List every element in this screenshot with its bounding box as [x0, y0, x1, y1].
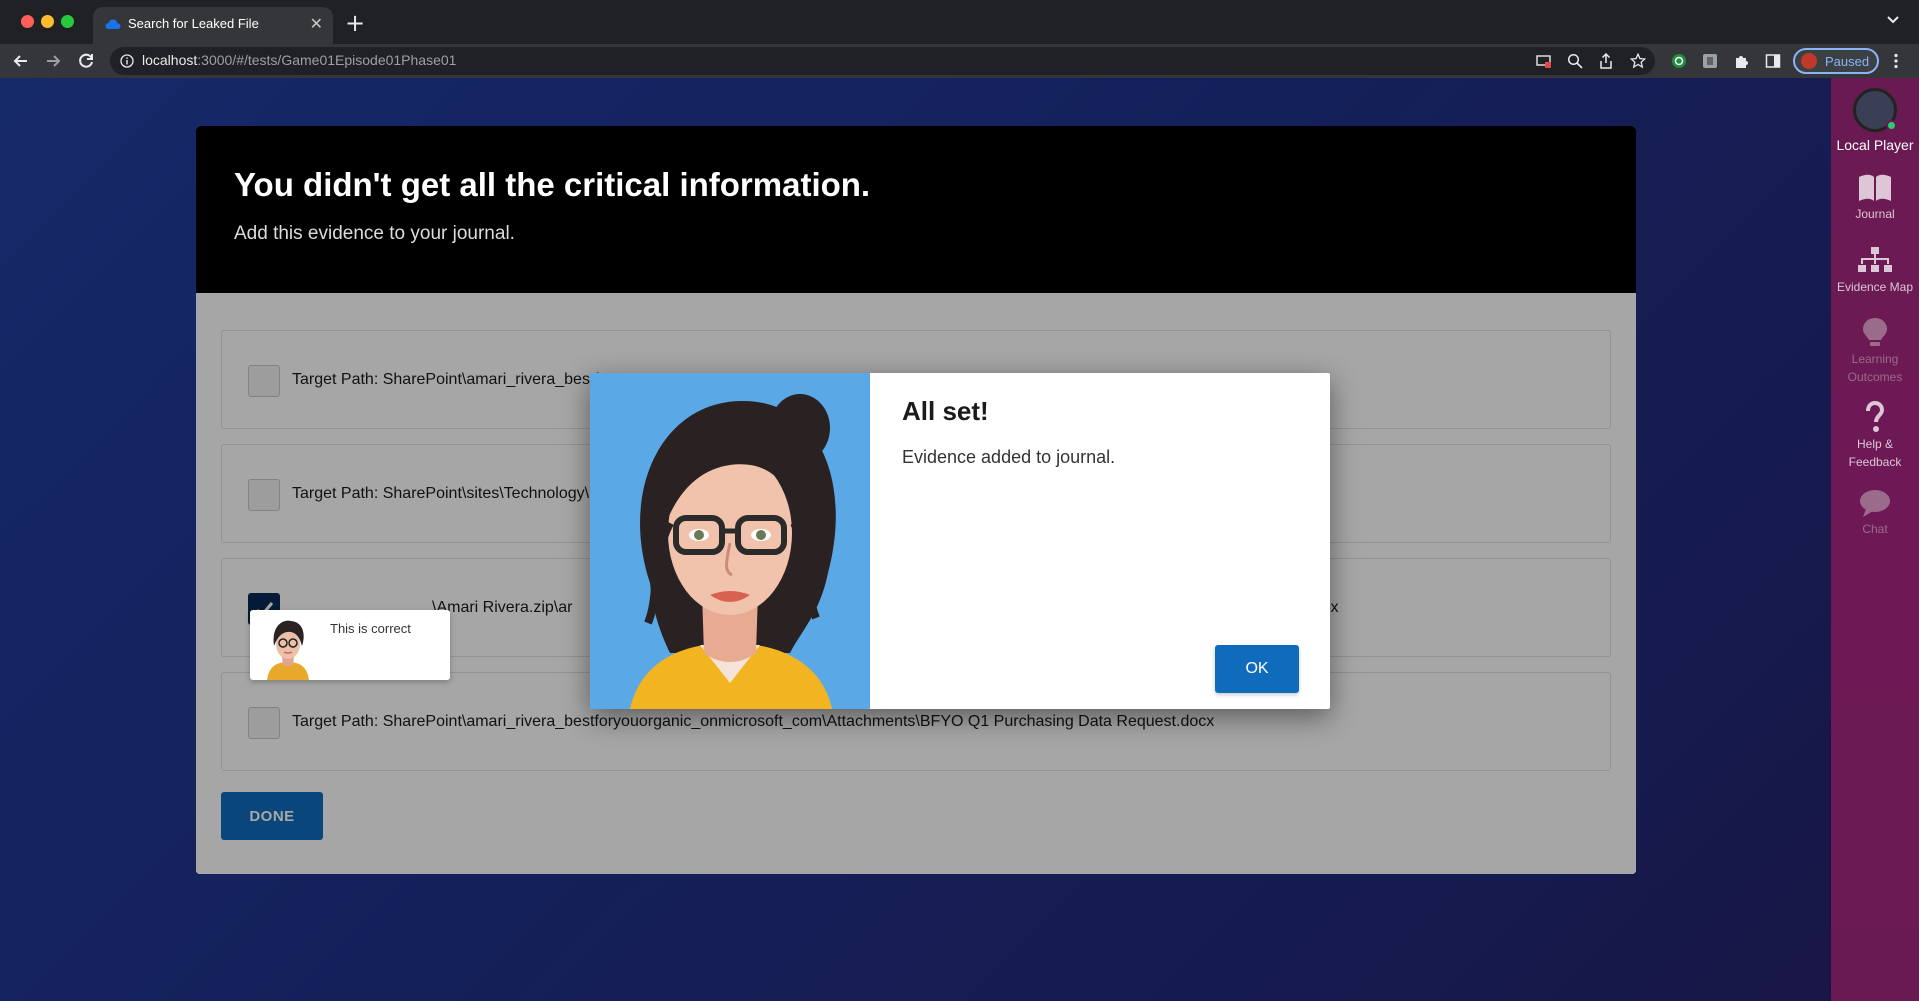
side-panel-icon[interactable]: [1765, 53, 1781, 69]
info-icon[interactable]: [120, 54, 134, 68]
character-portrait-icon: [590, 373, 870, 709]
maximize-window-button[interactable]: [61, 15, 74, 28]
sidebar-item-journal[interactable]: Journal: [1831, 173, 1919, 223]
card-subtitle: Add this evidence to your journal.: [234, 223, 515, 244]
book-icon: [1859, 174, 1891, 201]
right-sidebar: Local Player Journal Evidence Map Learni…: [1831, 78, 1919, 1001]
extension-gray-icon[interactable]: [1702, 53, 1718, 69]
minimize-window-button[interactable]: [41, 15, 54, 28]
forward-arrow-icon[interactable]: [42, 50, 64, 72]
zoom-icon[interactable]: [1567, 53, 1583, 69]
chat-bubble-icon: [1860, 490, 1890, 517]
chevron-down-icon[interactable]: [1885, 11, 1901, 27]
sidebar-item-help[interactable]: Help & Feedback: [1831, 401, 1919, 471]
modal-title: All set!: [902, 396, 989, 426]
address-bar[interactable]: localhost:3000/#/tests/Game01Episode01Ph…: [110, 47, 1655, 75]
sidebar-item-chat[interactable]: Chat: [1831, 488, 1919, 538]
url-host: localhost: [142, 52, 198, 68]
card-title: You didn't get all the critical informat…: [234, 166, 871, 203]
sidebar-item-label: Chat: [1862, 522, 1888, 536]
online-status-dot: [1886, 120, 1897, 131]
game-page: You didn't get all the critical informat…: [0, 78, 1919, 1001]
tab-close-icon[interactable]: ✕: [310, 14, 323, 33]
browser-toolbar: localhost:3000/#/tests/Game01Episode01Ph…: [0, 44, 1919, 78]
sidebar-item-label: Journal: [1855, 207, 1895, 221]
modal-message: Evidence added to journal.: [902, 447, 1116, 467]
lightbulb-icon: [1863, 318, 1887, 346]
new-tab-button[interactable]: +: [345, 8, 365, 38]
share-icon[interactable]: [1598, 53, 1614, 69]
sidebar-player-label: Local Player: [1836, 137, 1914, 153]
sidebar-item-learning-outcomes[interactable]: Learning Outcomes: [1831, 316, 1919, 386]
url-text: localhost:3000/#/tests/Game01Episode01Ph…: [142, 52, 456, 68]
cloud-icon: [105, 19, 121, 29]
sidebar-item-label: Help & Feedback: [1848, 437, 1902, 469]
profile-avatar: [1801, 53, 1817, 69]
ok-button[interactable]: OK: [1215, 645, 1299, 693]
more-menu-icon[interactable]: [1893, 53, 1899, 69]
sidebar-item-player[interactable]: Local Player: [1831, 88, 1919, 154]
character-portrait: [590, 373, 870, 709]
cast-blocked-icon[interactable]: [1536, 53, 1552, 69]
profile-paused-button[interactable]: Paused: [1793, 48, 1879, 74]
browser-tab-active[interactable]: Search for Leaked File ✕: [93, 7, 333, 44]
browser-tab-bar: Search for Leaked File ✕ +: [0, 0, 1919, 44]
feedback-tooltip: This is correct: [250, 610, 450, 680]
character-avatar-icon: [253, 616, 323, 680]
close-window-button[interactable]: [21, 15, 34, 28]
feedback-text: This is correct: [330, 621, 411, 636]
puzzle-icon[interactable]: [1734, 53, 1750, 69]
sidebar-item-label: Evidence Map: [1836, 280, 1914, 294]
question-icon: [1866, 401, 1885, 432]
sitemap-icon: [1858, 247, 1892, 272]
url-path: :3000/#/tests/Game01Episode01Phase01: [197, 52, 457, 68]
bookmark-star-icon[interactable]: [1630, 53, 1646, 69]
back-arrow-icon[interactable]: [10, 50, 32, 72]
profile-status-label: Paused: [1825, 54, 1870, 69]
sidebar-item-label: Learning Outcomes: [1847, 352, 1903, 384]
player-avatar: [1853, 88, 1897, 132]
extension-green-icon[interactable]: [1671, 53, 1687, 69]
card-header: You didn't get all the critical informat…: [196, 126, 1636, 293]
confirmation-modal: All set! Evidence added to journal. OK: [590, 373, 1330, 709]
tab-title: Search for Leaked File: [128, 16, 259, 31]
sidebar-item-evidence-map[interactable]: Evidence Map: [1831, 246, 1919, 296]
reload-icon[interactable]: [75, 50, 97, 72]
